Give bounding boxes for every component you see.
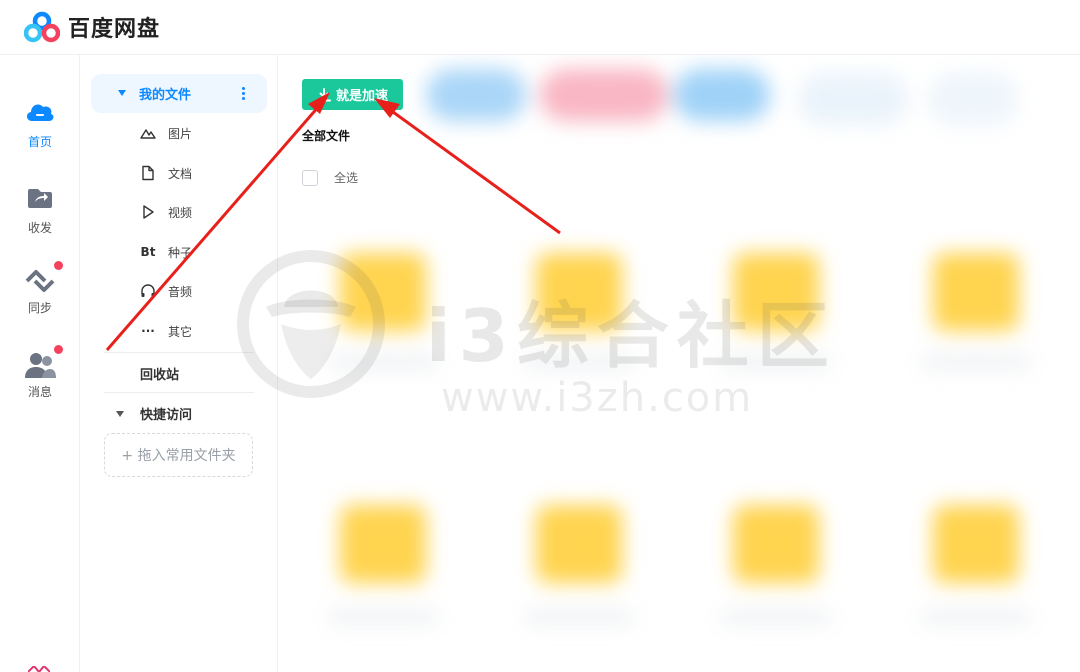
blurred-folder[interactable] — [933, 253, 1019, 331]
tree-item-audio[interactable]: 音频 — [140, 280, 192, 302]
tree-item-torrents[interactable]: Bt 种子 — [140, 241, 192, 263]
expand-caret-icon[interactable] — [116, 410, 124, 417]
blurred-folder-label — [721, 355, 831, 369]
tree-item-recycle-bin[interactable]: 回收站 — [140, 364, 179, 383]
rail-item-home[interactable]: 首页 — [0, 97, 80, 150]
cloud-icon — [26, 104, 54, 121]
blurred-folder[interactable] — [733, 505, 819, 583]
tree-item-label: 图片 — [168, 126, 193, 141]
blurred-folder[interactable] — [536, 505, 622, 583]
blurred-folder-label — [328, 610, 438, 624]
download-icon — [316, 87, 331, 101]
app-logo[interactable]: 百度网盘 — [24, 11, 160, 43]
rail-bottom-icon[interactable] — [28, 666, 50, 672]
tree-item-label: 其它 — [168, 324, 193, 339]
tree-item-videos[interactable]: 视频 — [140, 201, 192, 223]
headphones-icon — [141, 284, 155, 297]
blurred-folder-label — [524, 355, 634, 369]
select-all-label: 全选 — [334, 171, 359, 185]
rail-item-messages[interactable]: 消息 — [0, 345, 80, 400]
blurred-toolbar-pill — [426, 69, 526, 121]
blurred-folder[interactable] — [536, 253, 622, 331]
more-vertical-icon[interactable] — [242, 87, 245, 102]
tree-item-label: 音频 — [168, 284, 193, 299]
contacts-icon — [25, 353, 56, 378]
blurred-folder[interactable] — [933, 505, 1019, 583]
sync-badge-dot — [54, 261, 63, 270]
video-icon — [143, 205, 154, 219]
contacts-icon-wrap — [24, 345, 63, 379]
sync-icon — [25, 270, 55, 292]
blurred-folder[interactable] — [340, 253, 426, 331]
messages-badge-dot — [54, 345, 63, 354]
document-icon — [142, 165, 154, 181]
tree-divider — [104, 352, 254, 353]
baidu-netdisk-logo-icon — [24, 11, 60, 43]
blurred-toolbar-pill — [798, 73, 908, 125]
torrent-icon: Bt — [140, 245, 156, 259]
drop-common-folder-zone[interactable]: + 拖入常用文件夹 — [104, 433, 253, 477]
sync-icon-wrap — [24, 261, 63, 295]
blurred-toolbar-pill — [928, 73, 1018, 125]
tree-divider — [104, 392, 254, 393]
blurred-folder-label — [328, 355, 438, 369]
blurred-folder[interactable] — [340, 505, 426, 583]
tree-item-label: 文档 — [168, 166, 193, 181]
file-category-sidebar: 我的文件 图片 文档 视频 Bt 种子 音频 ··· 其它 回收站 快捷访问 +… — [80, 55, 278, 672]
accelerate-button[interactable]: 就是加速 — [302, 79, 403, 110]
breadcrumb-all-files[interactable]: 全部文件 — [302, 127, 350, 144]
more-icon: ··· — [141, 324, 155, 338]
accelerate-button-label: 就是加速 — [335, 89, 388, 104]
tree-item-documents[interactable]: 文档 — [140, 162, 192, 184]
tree-item-other[interactable]: ··· 其它 — [140, 320, 192, 342]
left-nav-rail: 首页 收发 同步 消息 — [0, 55, 80, 672]
tree-item-label: 种子 — [168, 245, 193, 260]
tree-item-images[interactable]: 图片 — [140, 122, 192, 144]
blurred-toolbar-pill — [674, 69, 770, 121]
rail-item-sync[interactable]: 同步 — [0, 261, 80, 316]
rail-label-share: 收发 — [27, 221, 52, 235]
blurred-folder-label — [921, 610, 1031, 624]
expand-caret-icon[interactable] — [118, 90, 126, 96]
select-all-control[interactable]: 全选 — [302, 169, 358, 186]
blurred-folder-label — [921, 355, 1031, 369]
share-folder-icon — [28, 189, 52, 208]
app-window: 百度网盘 首页 收发 同步 消息 我的文件 图片 文档 视频 Bt 种子 音频 … — [0, 0, 1080, 672]
blurred-folder-label — [721, 610, 831, 624]
tree-item-label: 视频 — [168, 205, 193, 220]
rail-item-share[interactable]: 收发 — [0, 183, 80, 236]
blurred-toolbar-pill — [540, 69, 668, 121]
app-title: 百度网盘 — [68, 17, 161, 42]
tree-root-my-files[interactable]: 我的文件 — [91, 74, 267, 113]
rail-label-sync: 同步 — [27, 301, 52, 315]
image-icon — [140, 129, 156, 139]
select-all-checkbox[interactable] — [302, 169, 318, 186]
blurred-content — [278, 55, 1080, 672]
rail-label-messages: 消息 — [27, 385, 52, 399]
blurred-folder-label — [524, 610, 634, 624]
rail-label-home: 首页 — [27, 135, 52, 149]
tree-root-label: 我的文件 — [139, 88, 192, 103]
top-header: 百度网盘 — [0, 0, 1080, 55]
quick-access-label: 快捷访问 — [140, 408, 193, 423]
file-list-area: 就是加速 全部文件 全选 — [278, 55, 1080, 672]
tree-quick-access[interactable]: 快捷访问 — [116, 404, 192, 423]
blurred-folder[interactable] — [733, 253, 819, 331]
